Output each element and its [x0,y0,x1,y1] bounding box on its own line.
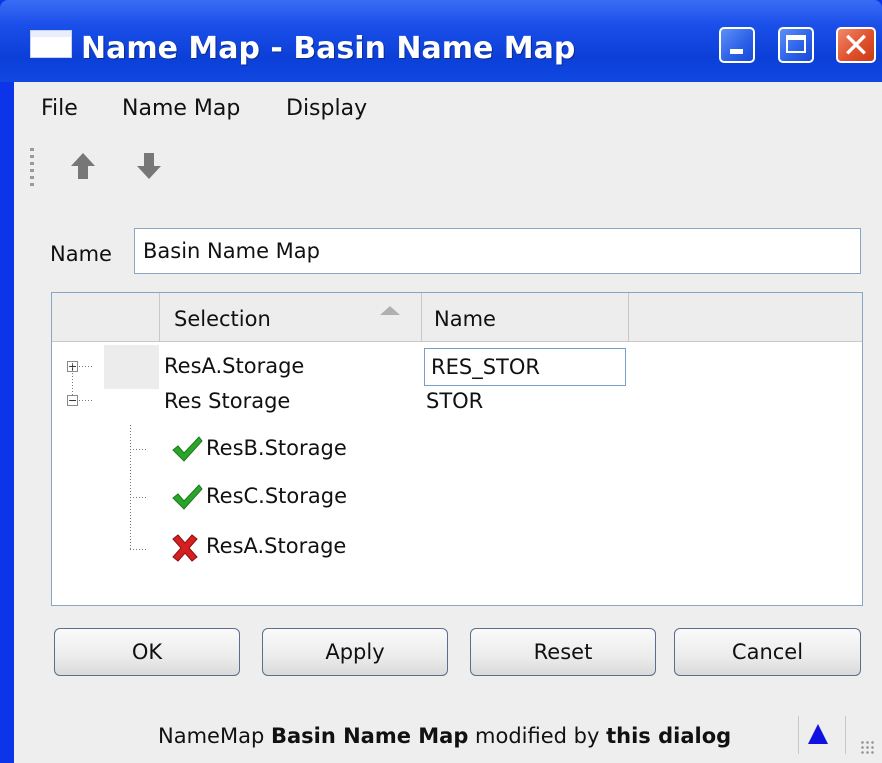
status-separator [798,716,799,754]
table-header: Selection Name [52,293,862,342]
up-arrow-icon [71,153,95,179]
close-icon: ✕ [841,26,871,66]
name-cell: STOR [426,389,484,413]
collapse-minus-icon[interactable]: − [67,395,78,406]
apply-button[interactable]: Apply [262,628,448,676]
selection-cell: ResA.Storage [206,534,347,558]
row-selection-shade [104,345,159,389]
menu-name-map[interactable]: Name Map [122,96,240,121]
tree-connector [130,449,146,450]
move-up-button[interactable] [68,150,98,182]
menu-display[interactable]: Display [286,96,367,121]
column-header-selection[interactable]: Selection [159,293,421,341]
name-label: Name [50,242,112,266]
name-map-window: Name Map - Basin Name Map ✕ File Name Ma… [0,0,882,763]
reset-button[interactable]: Reset [470,628,656,676]
maximize-button[interactable] [778,27,814,63]
tree-connector [79,400,93,401]
sort-ascending-icon [380,306,400,315]
table-row[interactable]: + ResA.Storage [52,345,862,389]
table-row-child[interactable]: ResB.Storage [52,429,862,473]
maximize-icon [786,35,806,53]
name-map-tree-table[interactable]: Selection Name + ResA.Storage − Res Stor… [51,292,863,606]
column-header-name[interactable]: Name [421,293,629,341]
close-button[interactable]: ✕ [836,26,876,66]
status-separator [845,716,846,754]
dialog-client-area: File Name Map Display Name Selection [14,82,882,763]
status-map-name: Basin Name Map [270,724,469,748]
toolbar [14,134,882,196]
status-actor: this dialog [606,724,732,748]
selection-cell: ResB.Storage [206,436,347,460]
window-title: Name Map - Basin Name Map [81,31,576,66]
table-row-child[interactable]: ResC.Storage [52,477,862,521]
resize-grip-icon[interactable] [860,740,876,756]
window-icon [30,30,72,58]
status-up-arrow-icon[interactable] [808,724,828,744]
tree-connector [130,497,146,498]
error-x-icon [172,534,198,562]
status-bar: NameMap Basin Name Map modified by this … [14,702,882,763]
menu-bar: File Name Map Display [14,82,882,132]
title-bar[interactable]: Name Map - Basin Name Map ✕ [0,0,882,82]
table-row[interactable]: − Res Storage STOR [52,361,862,433]
minimize-icon [730,49,743,54]
tree-connector [79,366,93,367]
status-middle: modified by [468,724,607,748]
selection-cell: Res Storage [164,389,291,413]
menu-file[interactable]: File [41,96,78,121]
name-cell-editor[interactable] [424,348,626,386]
check-icon [172,436,203,462]
table-row-child[interactable]: ResA.Storage [52,527,862,571]
status-message: NameMap Basin Name Map modified by this … [158,724,731,748]
status-prefix: NameMap [158,724,271,748]
tree-connector [130,549,146,550]
selection-cell: ResA.Storage [164,354,305,378]
name-input[interactable] [134,228,861,274]
minimize-button[interactable] [719,27,755,63]
cancel-button[interactable]: Cancel [674,628,861,676]
toolbar-grip[interactable] [30,148,34,188]
selection-cell: ResC.Storage [206,484,348,508]
move-down-button[interactable] [134,150,164,182]
ok-button[interactable]: OK [54,628,240,676]
check-icon [172,484,203,510]
down-arrow-icon [137,153,161,179]
